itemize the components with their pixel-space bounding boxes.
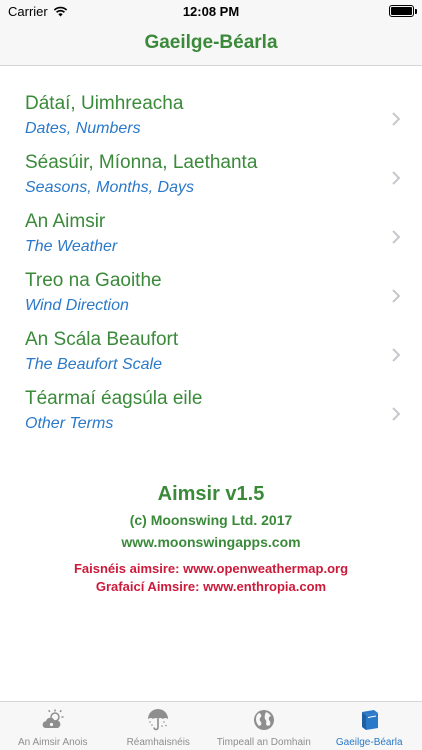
copyright-text: (c) Moonswing Ltd. 2017 bbox=[129, 512, 293, 528]
forecast-credit-link[interactable]: Faisnéis aimsire: www.openweathermap.org bbox=[0, 560, 422, 578]
app-version-title: Aimsir v1.5 bbox=[157, 483, 265, 505]
tab-current-weather[interactable]: An Aimsir Anois bbox=[0, 702, 106, 750]
tab-label: Timpeall an Domhain bbox=[216, 737, 311, 748]
tab-label: Gaeilge-Béarla bbox=[335, 737, 403, 748]
chevron-right-icon bbox=[392, 407, 400, 421]
status-bar: Carrier 12:08 PM bbox=[0, 0, 422, 22]
graphics-credit-link[interactable]: Grafaicí Aimsire: www.enthropia.com bbox=[0, 578, 422, 596]
tab-label: An Aimsir Anois bbox=[18, 737, 88, 748]
list-item-title: An Aimsir bbox=[25, 211, 106, 232]
list-item-title: Séasúir, Míonna, Laethanta bbox=[25, 152, 258, 173]
battery-icon bbox=[389, 5, 417, 17]
umbrella-icon bbox=[148, 709, 169, 731]
list-item-subtitle: The Beaufort Scale bbox=[25, 356, 162, 373]
tab-forecast[interactable]: Réamhaisnéis bbox=[106, 702, 212, 750]
chevron-right-icon bbox=[392, 348, 400, 362]
list-item-title: Treo na Gaoithe bbox=[25, 270, 162, 291]
list-item-subtitle: Wind Direction bbox=[25, 297, 129, 314]
tab-irish-english[interactable]: Gaeilge-Béarla bbox=[317, 702, 422, 750]
chevron-right-icon bbox=[392, 289, 400, 303]
list-item-title: Dátaí, Uimhreacha bbox=[25, 93, 184, 114]
status-time: 12:08 PM bbox=[182, 4, 240, 19]
credits-block: Faisnéis aimsire: www.openweathermap.org… bbox=[0, 560, 422, 596]
list-item-subtitle: Dates, Numbers bbox=[25, 120, 141, 137]
chevron-right-icon bbox=[392, 230, 400, 244]
chevron-right-icon bbox=[392, 171, 400, 185]
website-link[interactable]: www.moonswingapps.com bbox=[0, 532, 422, 552]
list-item-subtitle: Seasons, Months, Days bbox=[25, 179, 194, 196]
list-item-seasons-months-days[interactable]: Séasúir, Míonna, Laethanta Seasons, Mont… bbox=[0, 151, 422, 210]
tab-around-the-world[interactable]: Timpeall an Domhain bbox=[211, 702, 317, 750]
topic-list: Dátaí, Uimhreacha Dates, Numbers Séasúir… bbox=[0, 92, 422, 446]
globe-icon bbox=[253, 710, 274, 730]
tab-bar: An Aimsir Anois Réamhaisnéis Timpeall an… bbox=[0, 701, 422, 750]
list-item-subtitle: The Weather bbox=[25, 238, 118, 255]
about-section: Aimsir v1.5 (c) Moonswing Ltd. 2017 www.… bbox=[0, 480, 422, 596]
tab-label: Réamhaisnéis bbox=[126, 737, 190, 748]
book-icon bbox=[362, 710, 379, 730]
weather-sun-cloud-icon bbox=[42, 709, 64, 728]
list-item-beaufort-scale[interactable]: An Scála Beaufort The Beaufort Scale bbox=[0, 328, 422, 387]
navigation-bar: Gaeilge-Béarla bbox=[0, 22, 422, 66]
list-item-wind-direction[interactable]: Treo na Gaoithe Wind Direction bbox=[0, 269, 422, 328]
chevron-right-icon bbox=[392, 112, 400, 126]
list-item-subtitle: Other Terms bbox=[25, 415, 114, 432]
list-item-dates-numbers[interactable]: Dátaí, Uimhreacha Dates, Numbers bbox=[0, 92, 422, 151]
list-item-title: An Scála Beaufort bbox=[25, 329, 179, 350]
list-item-other-terms[interactable]: Téarmaí éagsúla eile Other Terms bbox=[0, 387, 422, 446]
battery-fill bbox=[391, 7, 412, 15]
list-item-weather[interactable]: An Aimsir The Weather bbox=[0, 210, 422, 269]
page-title: Gaeilge-Béarla bbox=[144, 32, 278, 53]
list-item-title: Téarmaí éagsúla eile bbox=[25, 388, 203, 409]
battery-tip bbox=[415, 9, 417, 14]
